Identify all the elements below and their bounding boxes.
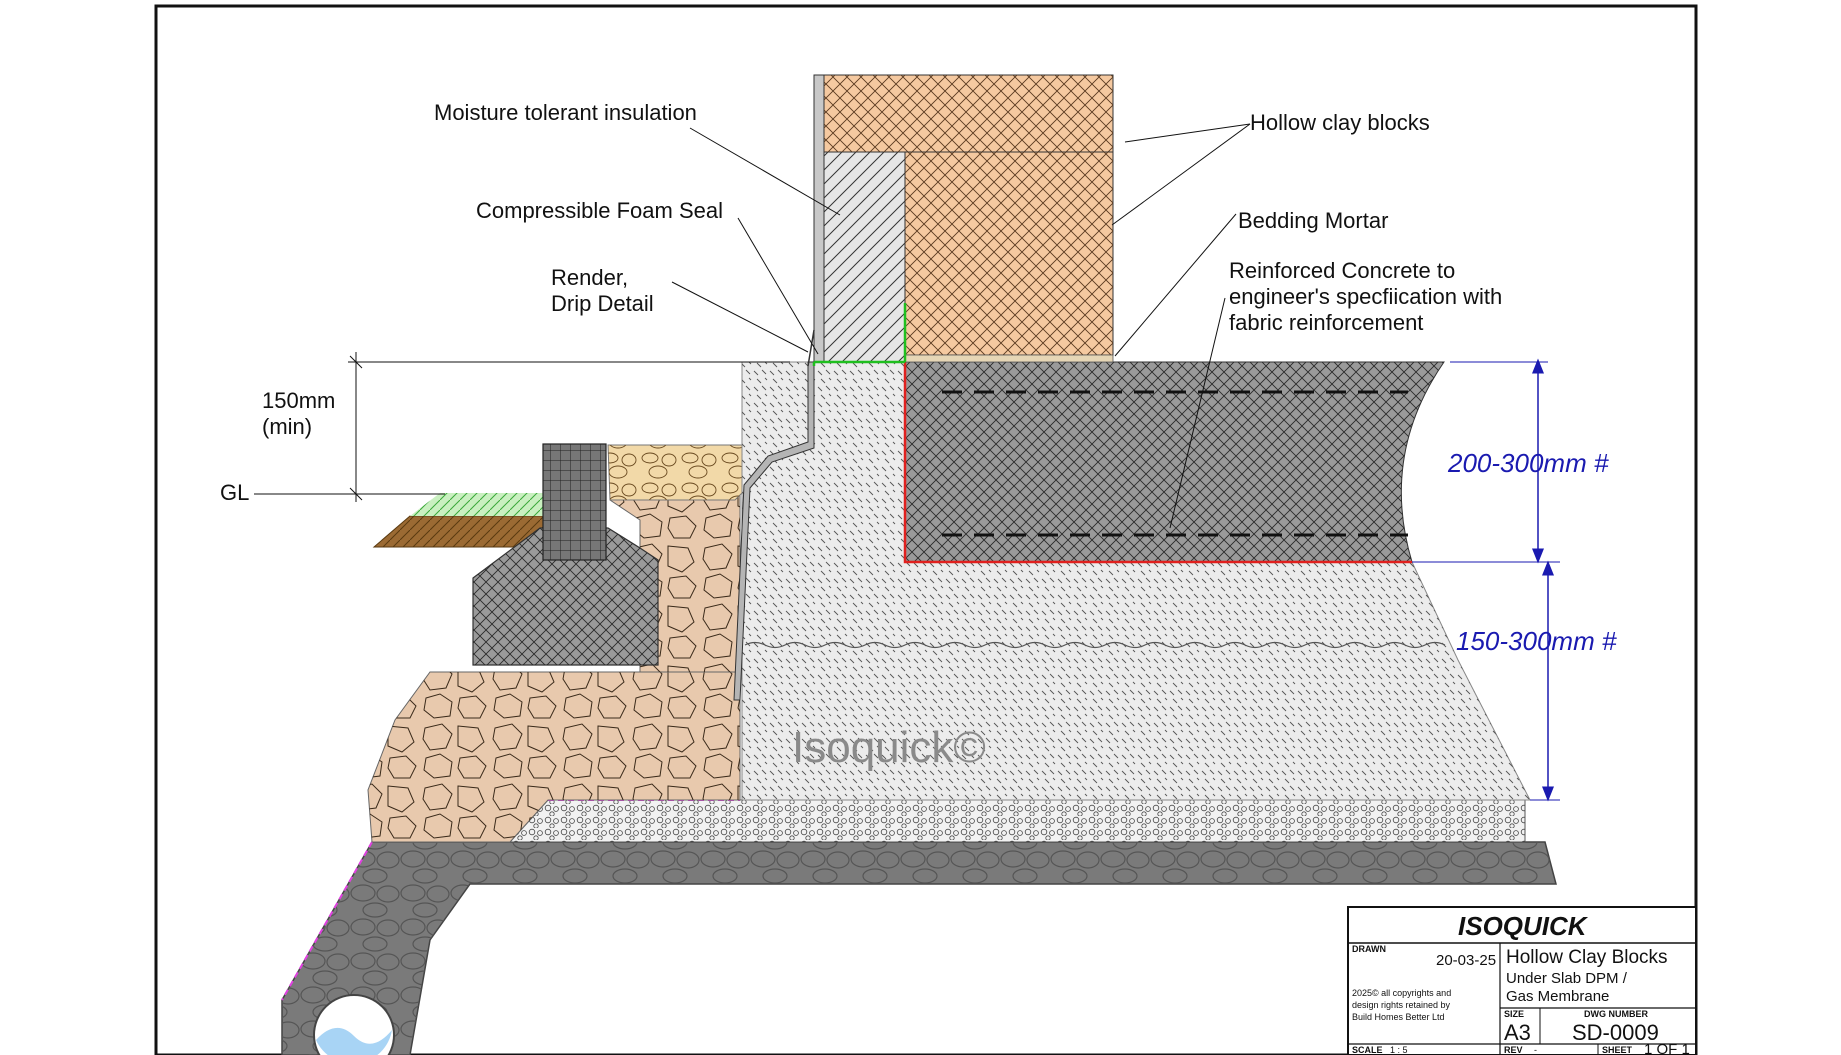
tb-brand: ISOQUICK — [1458, 911, 1589, 941]
label-render-2: Drip Detail — [551, 291, 654, 316]
bedding-mortar — [904, 354, 1114, 363]
watermark: Isoquick© — [792, 723, 986, 772]
label-dim-slab: 200-300mm # — [1447, 448, 1609, 478]
tb-subtitle-2: Gas Membrane — [1506, 988, 1609, 1005]
label-min: (min) — [262, 414, 312, 439]
label-gl: GL — [220, 480, 249, 505]
tb-scale-value: 1 : 5 — [1390, 1045, 1408, 1055]
label-bedding-mortar: Bedding Mortar — [1238, 208, 1388, 233]
label-concrete-2: engineer's specfiication with — [1229, 284, 1502, 309]
tb-size-label: SIZE — [1504, 1009, 1524, 1019]
construction-detail-drawing: Moisture tolerant insulation Compressibl… — [154, 4, 1698, 1055]
tb-dwg-label: DWG NUMBER — [1584, 1009, 1648, 1019]
title-block: ISOQUICK DRAWN 20-03-25 2025© all copyri… — [1347, 906, 1697, 1055]
label-concrete-1: Reinforced Concrete to — [1229, 258, 1455, 283]
label-hollow-clay-blocks: Hollow clay blocks — [1250, 110, 1430, 135]
label-render-1: Render, — [551, 265, 628, 290]
tb-drawn-label: DRAWN — [1352, 944, 1386, 954]
tb-copyright-1: 2025© all copyrights and — [1352, 988, 1451, 998]
tb-copyright-3: Build Homes Better Ltd — [1352, 1012, 1445, 1022]
tb-sheet-label: SHEET — [1602, 1045, 1633, 1055]
tb-copyright-2: design rights retained by — [1352, 1000, 1451, 1010]
label-concrete-3: fabric reinforcement — [1229, 310, 1423, 335]
label-moisture-insulation: Moisture tolerant insulation — [434, 100, 697, 125]
render-layer — [813, 74, 825, 363]
tb-rev-value: - — [1534, 1045, 1537, 1055]
label-dim-insulation: 150-300mm # — [1456, 626, 1617, 656]
label-150mm: 150mm — [262, 388, 335, 413]
tb-scale-label: SCALE — [1352, 1045, 1383, 1055]
render-drip — [807, 329, 815, 367]
tb-sheet-value: 1 OF 1 — [1644, 1041, 1690, 1055]
tb-title: Hollow Clay Blocks — [1506, 947, 1668, 968]
tb-size-value: A3 — [1504, 1020, 1531, 1045]
tb-drawn-date: 20-03-25 — [1436, 952, 1496, 969]
tb-subtitle-1: Under Slab DPM / — [1506, 970, 1628, 987]
label-foam-seal: Compressible Foam Seal — [476, 198, 723, 223]
tb-rev-label: REV — [1504, 1045, 1523, 1055]
